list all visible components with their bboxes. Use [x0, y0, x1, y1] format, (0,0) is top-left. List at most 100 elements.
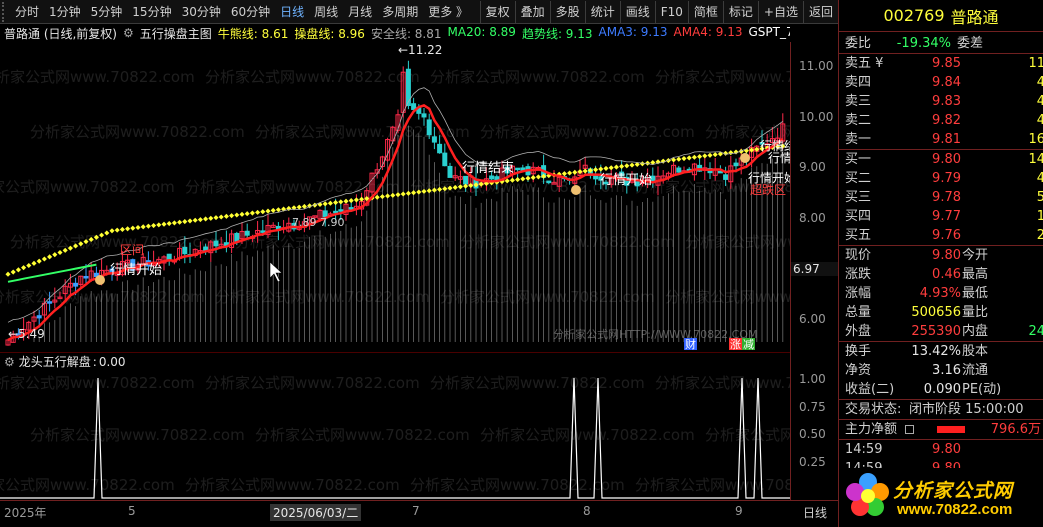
price-axis: 11.0010.009.008.007.006.006.97 — [790, 42, 838, 352]
bull-bear-dot — [156, 222, 162, 228]
sub-axis: 1.00 0.75 0.50 0.25 — [790, 352, 838, 500]
bull-bear-dot — [681, 156, 687, 162]
candle — [270, 222, 276, 228]
signal-label: 行情开始 — [110, 263, 162, 278]
bull-bear-dot — [26, 262, 32, 269]
sub-indicator-chart[interactable]: 分析家公式网www.70822.com 分析家公式网www.70822.com 分析… — [0, 370, 920, 500]
bull-bear-dot — [333, 199, 339, 206]
sub-indicator-name[interactable]: 龙头五行解盘 — [19, 353, 91, 370]
date-tick: 8 — [583, 504, 591, 518]
toolbar-button[interactable]: 多股 — [549, 0, 585, 23]
netflow-toggle-icon[interactable] — [905, 425, 914, 434]
watermark-text: 分析家公式网www.70822.com — [255, 426, 470, 444]
trade-status-row: 交易状态: 闭市阶段 15:00:00 — [845, 402, 1024, 417]
bull-bear-dot — [613, 164, 619, 170]
timeframe-tab[interactable]: 60分钟 — [226, 1, 275, 23]
price-tick: 11.00 — [799, 59, 834, 74]
sub-tick: 0.75 — [799, 399, 826, 414]
watermark-text: 分析家公式网www.70822.com — [185, 476, 400, 494]
bull-bear-dot — [348, 198, 354, 204]
bull-bear-dot — [327, 200, 333, 206]
timeframe-tab[interactable]: 30分钟 — [177, 1, 226, 23]
menu-grip — [2, 1, 8, 22]
sub-gear-icon[interactable]: ⚙ — [4, 355, 15, 369]
source-watermark: 分析家公式网HTTP://WWW.70822.COM — [553, 327, 757, 341]
bull-bear-dot — [603, 165, 609, 171]
candle — [265, 214, 271, 239]
sub-tick: 0.50 — [799, 427, 826, 441]
bull-bear-dot — [619, 163, 625, 169]
bull-bear-dot — [270, 207, 276, 213]
date-tick: 5 — [128, 504, 136, 518]
toolbar-button[interactable]: 简框 — [687, 0, 723, 23]
bull-bear-dot — [119, 226, 125, 233]
bull-bear-dot — [41, 256, 47, 262]
toolbar-button[interactable]: 复权 — [479, 0, 515, 23]
watermark-text: 分析家公式网www.70822.com — [440, 288, 655, 306]
logo-url: www.70822.com — [897, 501, 1013, 518]
main-kline-chart[interactable]: 分析家公式网www.70822.com 分析家公式网www.70822.com 分析… — [0, 42, 920, 352]
price-tick: 10.00 — [799, 109, 834, 124]
timeframe-tab[interactable]: 5分钟 — [86, 1, 128, 23]
timeframe-tab[interactable]: 1分钟 — [44, 1, 86, 23]
quote-stats: 现价 9.80 今开 涨跌 0.46 最高 涨幅 4.93% 最低 总量 500656 量比 外盘 255… — [839, 246, 1043, 341]
bid-level: 买五9.762 — [845, 228, 1043, 243]
quote-panel: 002769 普路通 委比 -19.34% 委差 卖五 ¥9.8511 卖四9.8… — [838, 0, 1043, 527]
candle — [286, 217, 292, 233]
toolbar-button[interactable]: 统计 — [584, 0, 620, 23]
bull-bear-dot — [239, 211, 245, 217]
watermark-text: 分析家公式网www.70822.com — [235, 233, 450, 251]
bull-bear-dot — [572, 169, 578, 175]
toolbar-button[interactable]: +自选 — [757, 0, 803, 23]
bid-level: 买四9.771 — [845, 209, 1043, 224]
watermark-text: 分析家公式网www.70822.com — [10, 233, 225, 251]
bull-bear-dot — [10, 269, 16, 275]
bull-bear-dot — [140, 224, 146, 230]
site-logo: 分析家公式网 www.70822.com — [841, 468, 1043, 524]
sub-tick: 1.00 — [799, 372, 826, 386]
timeframe-tab[interactable]: 月线 — [343, 1, 377, 23]
toolbar-button[interactable]: 画线 — [619, 0, 655, 23]
timeframe-tab[interactable]: 日线 — [275, 1, 309, 23]
bid-level: 买三9.785 — [845, 190, 1043, 205]
quote-stats-2: 换手 13.42% 股本 净资 3.16 流通 收益(二) 0.090 PE(动) — [839, 342, 1043, 399]
date-tick: 2025/06/03/二 — [270, 504, 362, 521]
watermark-text: 分析家公式网www.70822.com — [480, 426, 695, 444]
weibi-row: 委比 -19.34% 委差 — [845, 36, 984, 51]
toolbar-button[interactable]: 返回 — [802, 0, 838, 23]
toolbar-button[interactable]: F10 — [654, 0, 688, 23]
bull-bear-dot — [265, 208, 271, 214]
signal-label: 行情结束 — [768, 151, 790, 165]
bull-bear-dot — [192, 217, 198, 223]
indicator-value-item: 牛熊线: 8.61 — [217, 26, 289, 41]
bull-bear-dot — [712, 152, 718, 158]
hand-signal-icon — [571, 185, 581, 195]
date-tick: 2025年 — [4, 506, 47, 520]
candle — [426, 113, 432, 140]
indicator-value-item: AMA4: 9.13 — [673, 24, 743, 39]
bull-bear-dot — [135, 224, 141, 231]
timeframe-tab[interactable]: 更多 》 — [423, 1, 473, 23]
timeframe-tab[interactable]: 周线 — [309, 1, 343, 23]
watermark-text: 分析家公式网www.70822.com — [30, 123, 245, 141]
signal-label: 行情开始 — [600, 173, 652, 188]
mid-low-label: 7.89 7.90 — [292, 216, 344, 229]
watermark-text: 分析家公式网www.70822.com — [685, 233, 790, 251]
bull-bear-dot — [400, 191, 406, 197]
toolbar-buttons: 复权 叠加 多股 统计 画线 F10 简框 标记 +自选 返回 — [479, 0, 838, 23]
formula-name[interactable]: 五行操盘主图 — [140, 25, 212, 42]
trade-status-value: 闭市阶段 15:00:00 — [909, 402, 1024, 417]
hand-signal-icon — [740, 153, 750, 163]
timeframe-tab[interactable]: 分时 — [10, 1, 44, 23]
bull-bear-dot — [255, 209, 261, 215]
bull-bear-dot — [166, 221, 172, 227]
toolbar-button[interactable]: 标记 — [722, 0, 758, 23]
ask-level: 卖二9.824 — [845, 113, 1043, 128]
ask-level: 卖四9.844 — [845, 75, 1043, 90]
timeframe-tab[interactable]: 多周期 — [377, 1, 423, 23]
formula-gear-icon[interactable]: ⚙ — [123, 26, 134, 40]
hand-signal-icon — [95, 275, 105, 285]
timeframe-tab[interactable]: 15分钟 — [127, 1, 176, 23]
toolbar-button[interactable]: 叠加 — [514, 0, 550, 23]
bull-bear-dot — [707, 152, 713, 158]
